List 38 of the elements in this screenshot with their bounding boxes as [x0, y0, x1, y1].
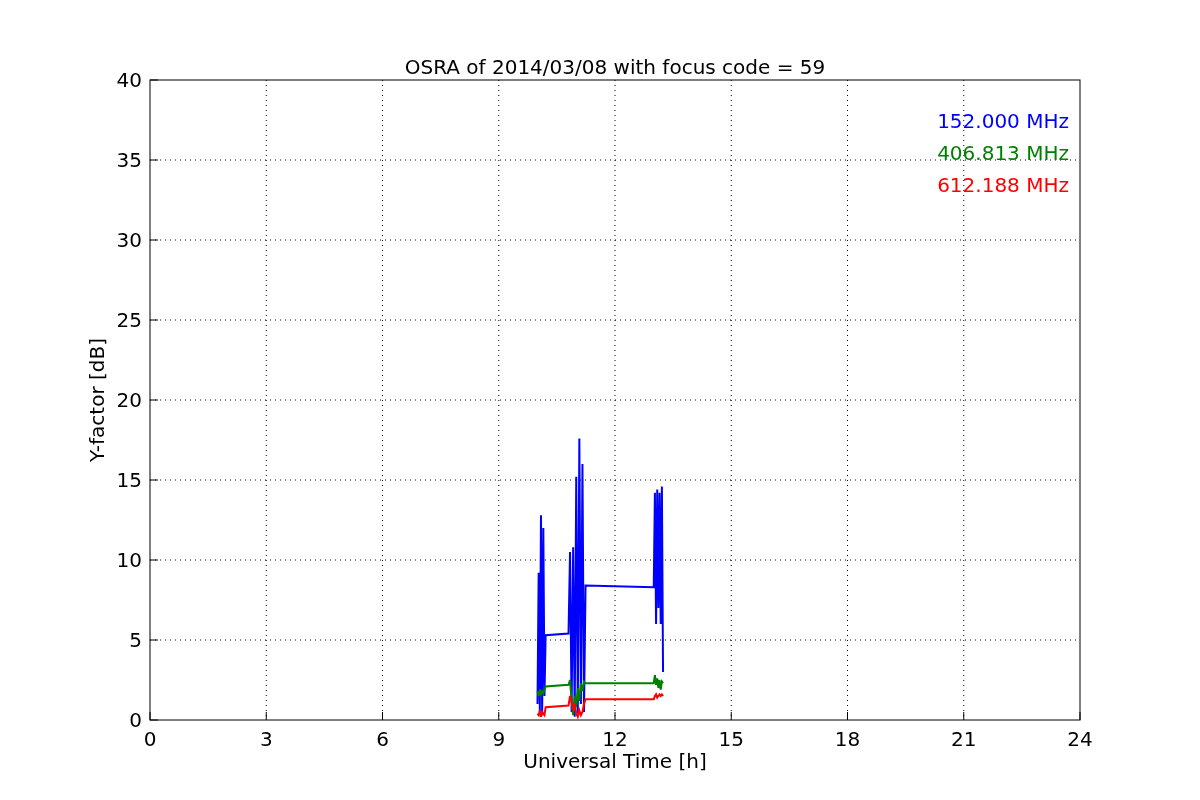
y-tick-label: 40	[116, 68, 142, 92]
x-tick-label: 0	[143, 727, 157, 751]
tick-mark	[149, 639, 159, 641]
tick-mark	[149, 319, 159, 321]
y-tick-label: 25	[116, 308, 142, 332]
tick-mark	[498, 711, 500, 721]
tick-mark	[149, 479, 159, 481]
x-tick-label: 6	[376, 727, 389, 751]
tick-mark	[149, 559, 159, 561]
y-tick-label: 30	[116, 228, 142, 252]
tick-mark	[149, 159, 159, 161]
x-tick-label: 9	[492, 727, 506, 751]
legend-label: 152.000 MHz	[937, 109, 1069, 133]
y-tick-label: 35	[116, 148, 142, 172]
tick-mark	[614, 711, 616, 721]
tick-mark	[149, 239, 159, 241]
chart-title: OSRA of 2014/03/08 with focus code = 59	[404, 55, 826, 79]
x-tick-label: 24	[1067, 727, 1093, 751]
y-axis-label: Y-factor [dB]	[85, 338, 109, 462]
tick-mark	[847, 711, 848, 721]
x-tick-label: 15	[718, 727, 744, 751]
x-tick-label: 21	[951, 727, 977, 751]
y-tick-label: 10	[116, 548, 142, 572]
y-tick-label: 0	[129, 708, 142, 732]
x-tick-label: 3	[259, 727, 273, 751]
legend-label: 612.188 MHz	[937, 173, 1069, 197]
x-tick-label: 18	[834, 727, 861, 751]
x-tick-label: 12	[602, 727, 628, 751]
tick-mark	[730, 711, 732, 721]
tick-mark	[149, 399, 159, 401]
tick-mark	[382, 711, 383, 721]
y-tick-label: 20	[116, 388, 142, 412]
legend-label: 406.813 MHz	[937, 141, 1069, 165]
y-tick-label: 5	[129, 628, 142, 652]
tick-mark	[265, 711, 267, 721]
y-tick-label: 15	[116, 468, 142, 492]
x-axis-label: Universal Time [h]	[523, 749, 707, 773]
tick-mark	[963, 711, 965, 721]
